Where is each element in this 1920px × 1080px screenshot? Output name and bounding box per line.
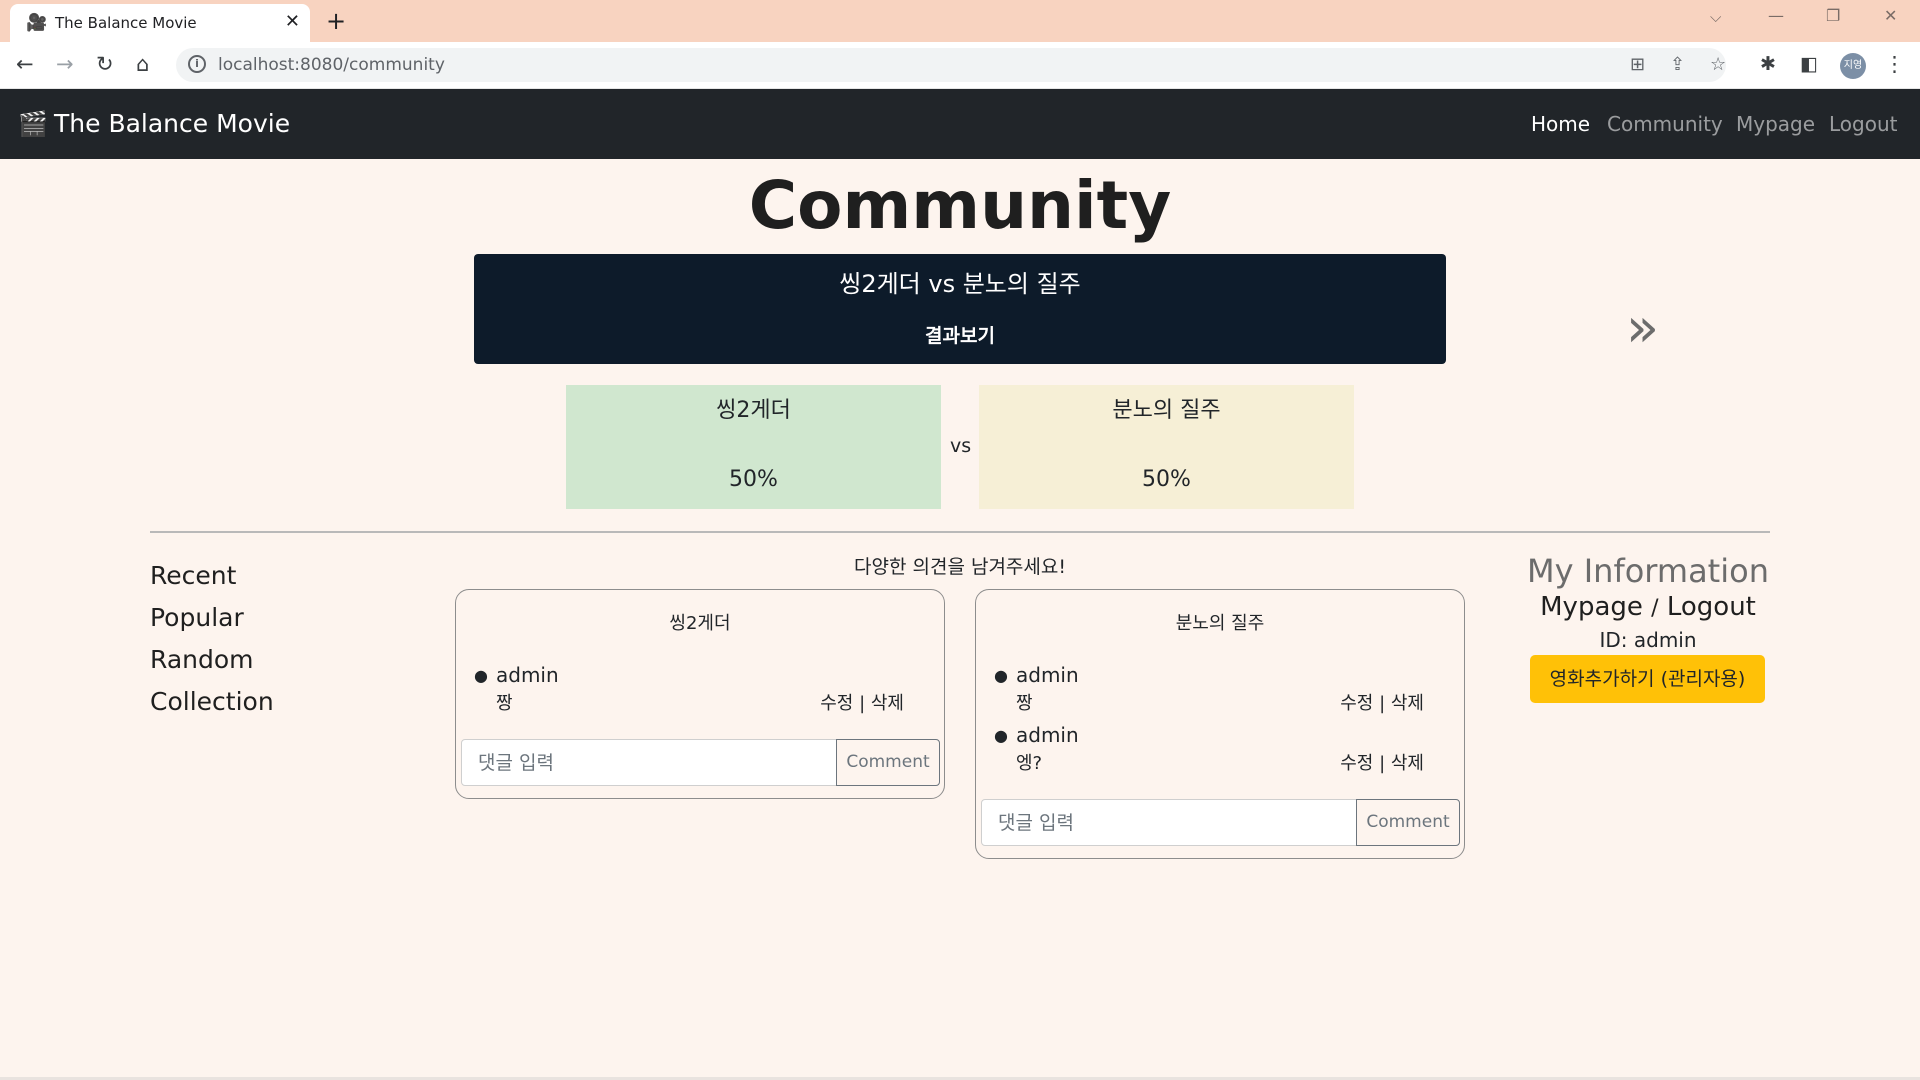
view-result-link[interactable]: 결과보기	[474, 324, 1446, 348]
add-movie-admin-button[interactable]: 영화추가하기 (관리자용)	[1530, 655, 1765, 703]
delete-comment-link[interactable]: 삭제	[1391, 693, 1424, 714]
delete-comment-link[interactable]: 삭제	[871, 693, 904, 714]
comment-user: admin	[496, 663, 559, 687]
tab-search-icon[interactable]: ⌵	[1710, 8, 1721, 26]
comment-submit-button[interactable]: Comment	[1356, 799, 1460, 846]
choice-left-percent: 50%	[729, 467, 778, 492]
movie-camera-icon: 🎥	[26, 13, 48, 33]
browser-toolbar: ← → ↻ ⌂ i localhost:8080/community ⊞ ⇪ ☆…	[0, 42, 1920, 89]
comment-item: ● admin 짱 수정 | 삭제	[456, 662, 944, 722]
comment-text: 엥?	[1016, 753, 1043, 774]
reload-icon[interactable]: ↻	[96, 51, 114, 77]
browser-tab-bar: 🎥 The Balance Movie ✕ + ⌵ — ❐ ✕	[0, 0, 1920, 42]
clapperboard-icon: 🎬	[18, 110, 48, 138]
comment-item: ● admin 짱 수정 | 삭제	[976, 662, 1464, 722]
nav-home[interactable]: Home	[1531, 112, 1590, 136]
bookmark-star-icon[interactable]: ☆	[1710, 54, 1726, 75]
share-icon[interactable]: ⇪	[1670, 54, 1685, 75]
site-navbar: 🎬 The Balance Movie Home Community Mypag…	[0, 89, 1920, 159]
comment-card-title: 씽2게더	[669, 613, 731, 634]
choice-right-percent: 50%	[1142, 467, 1191, 492]
browser-tab[interactable]: 🎥 The Balance Movie ✕	[10, 4, 310, 42]
comment-user: admin	[1016, 663, 1079, 687]
link-separator: /	[1651, 596, 1659, 621]
comment-actions: 수정 | 삭제	[820, 693, 904, 714]
vs-label: vs	[950, 435, 972, 457]
home-icon[interactable]: ⌂	[136, 51, 149, 77]
close-tab-icon[interactable]: ✕	[285, 12, 300, 32]
back-icon[interactable]: ←	[16, 51, 34, 77]
bullet-icon: ●	[994, 726, 1008, 745]
nav-mypage[interactable]: Mypage	[1736, 112, 1815, 136]
brand-link[interactable]: The Balance Movie	[54, 109, 290, 139]
browser-menu-icon[interactable]: ⋮	[1884, 51, 1905, 77]
nav-community[interactable]: Community	[1607, 112, 1723, 136]
restore-icon[interactable]: ❐	[1826, 6, 1840, 25]
comment-actions: 수정 | 삭제	[1340, 693, 1424, 714]
comment-card-right: 분노의 질주 ● admin 짱 수정 | 삭제 ● admin 엥? 수정 |…	[975, 589, 1465, 859]
comment-input[interactable]	[981, 799, 1357, 846]
page-title: Community	[748, 167, 1172, 244]
comment-item: ● admin 엥? 수정 | 삭제	[976, 722, 1464, 782]
comment-submit-button[interactable]: Comment	[836, 739, 940, 786]
window-close-icon[interactable]: ✕	[1884, 6, 1897, 25]
side-panel-icon[interactable]: ◧	[1800, 51, 1818, 77]
comment-card-title: 분노의 질주	[1175, 613, 1265, 634]
comment-text: 짱	[1016, 693, 1033, 714]
site-info-icon[interactable]: i	[188, 55, 206, 73]
url-text[interactable]: localhost:8080/community	[218, 55, 445, 75]
comment-user: admin	[1016, 723, 1079, 747]
new-tab-icon[interactable]: +	[326, 7, 346, 35]
sidebar-item-random[interactable]: Random	[150, 645, 254, 675]
choice-right-name: 분노의 질주	[1112, 398, 1221, 423]
choice-right[interactable]: 분노의 질주 50%	[979, 385, 1354, 509]
edit-comment-link[interactable]: 수정	[1340, 753, 1373, 774]
bullet-icon: ●	[474, 666, 488, 685]
mypage-link[interactable]: Mypage	[1540, 592, 1643, 622]
comment-input[interactable]	[461, 739, 837, 786]
next-matchup-icon[interactable]: »	[1626, 298, 1659, 358]
logout-link[interactable]: Logout	[1667, 592, 1756, 622]
edit-comment-link[interactable]: 수정	[1340, 693, 1373, 714]
bullet-icon: ●	[994, 666, 1008, 685]
choice-left[interactable]: 씽2게더 50%	[566, 385, 941, 509]
my-info-links: Mypage / Logout	[1480, 590, 1816, 626]
choice-left-name: 씽2게더	[716, 398, 791, 423]
edit-comment-link[interactable]: 수정	[820, 693, 853, 714]
extensions-icon[interactable]: ✱	[1760, 51, 1776, 77]
matchup-banner: 씽2게더 vs 분노의 질주 결과보기	[474, 254, 1446, 364]
sidebar-item-popular[interactable]: Popular	[150, 603, 244, 633]
translate-icon[interactable]: ⊞	[1630, 54, 1645, 75]
comment-text: 짱	[496, 693, 513, 714]
section-divider	[150, 531, 1770, 533]
delete-comment-link[interactable]: 삭제	[1391, 753, 1424, 774]
matchup-title: 씽2게더 vs 분노의 질주	[839, 270, 1081, 298]
forward-icon[interactable]: →	[56, 51, 74, 77]
user-id-text: ID: admin	[1599, 628, 1697, 652]
address-bar[interactable]: i localhost:8080/community ⊞ ⇪ ☆	[176, 48, 1726, 82]
tab-title: The Balance Movie	[55, 14, 197, 32]
my-info-title: My Information	[1527, 552, 1769, 590]
profile-avatar[interactable]: 지영	[1840, 53, 1866, 79]
comment-card-left: 씽2게더 ● admin 짱 수정 | 삭제 Comment	[455, 589, 945, 799]
nav-logout[interactable]: Logout	[1829, 112, 1897, 136]
sidebar-item-collection[interactable]: Collection	[150, 687, 274, 717]
comment-actions: 수정 | 삭제	[1340, 753, 1424, 774]
minimize-icon[interactable]: —	[1768, 6, 1784, 25]
